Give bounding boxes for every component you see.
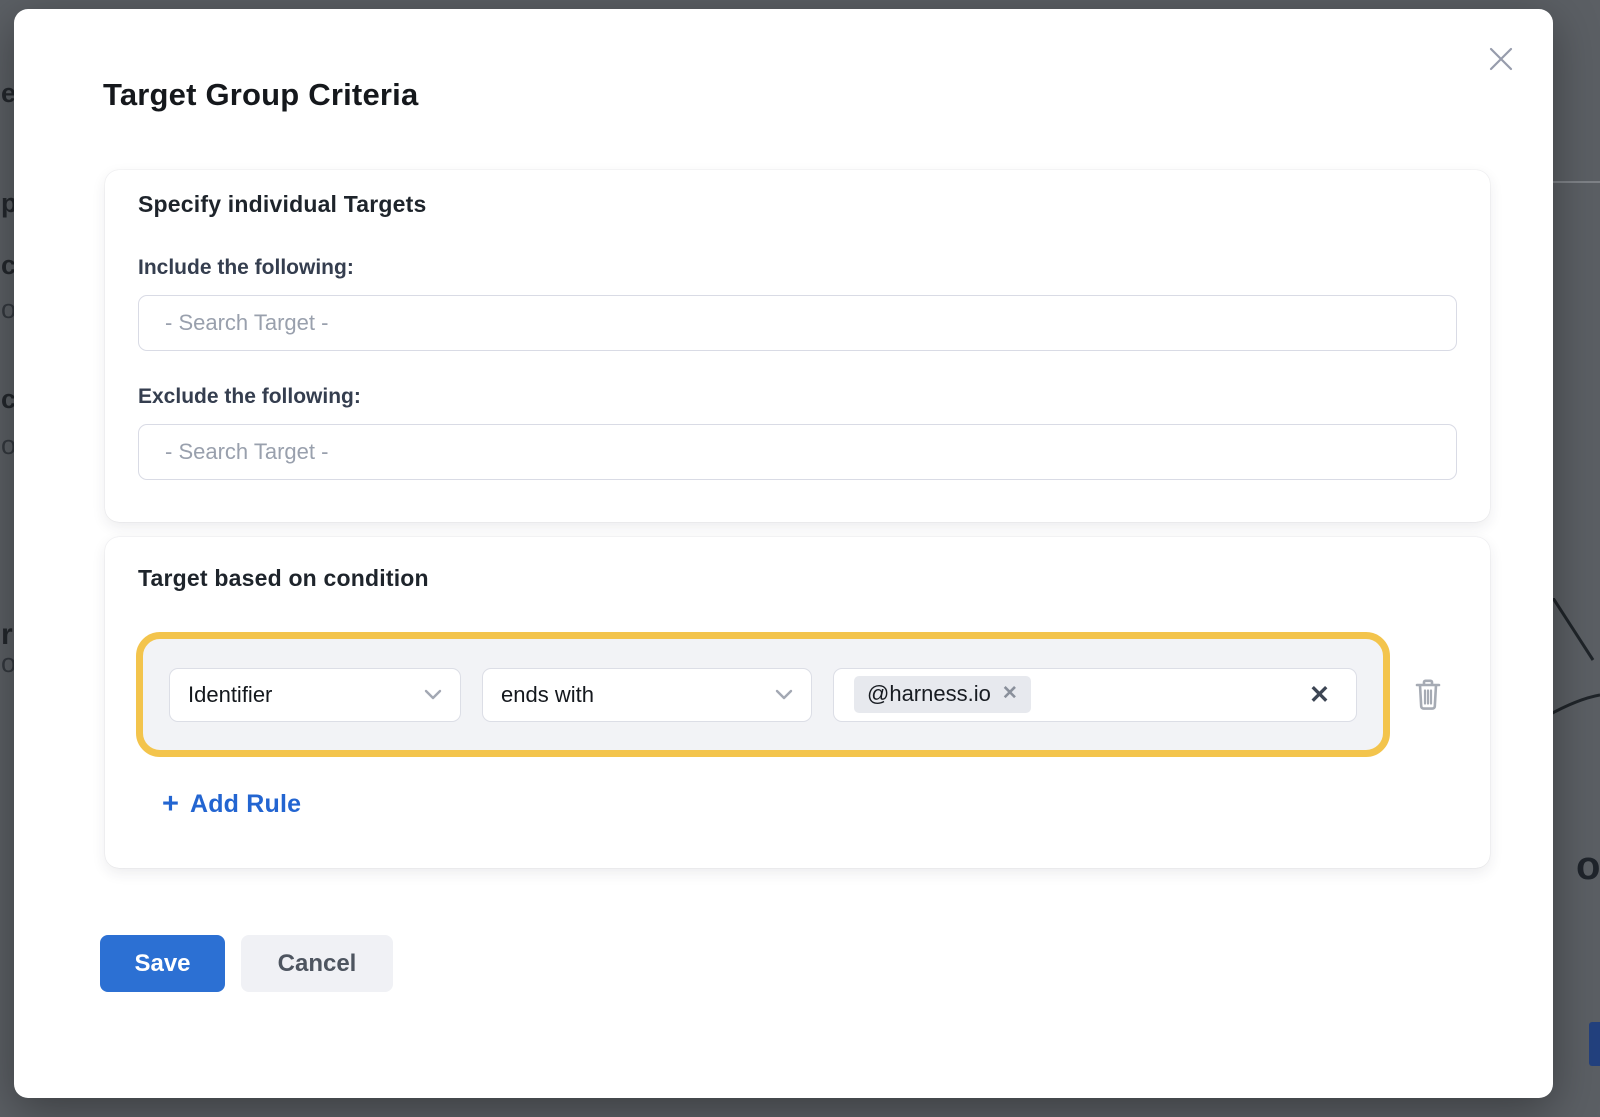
- tag-remove-icon[interactable]: ✕: [1002, 683, 1018, 706]
- chevron-down-icon: [775, 689, 793, 700]
- add-rule-button[interactable]: + Add Rule: [162, 790, 301, 819]
- screen: er pe cl o cl o r o o Target Group Crite…: [0, 0, 1600, 1117]
- save-button[interactable]: Save: [100, 935, 225, 992]
- target-group-criteria-modal: Target Group Criteria Specify individual…: [14, 9, 1553, 1098]
- include-label: Include the following:: [138, 256, 354, 280]
- values-input[interactable]: @harness.io ✕ ✕: [833, 668, 1357, 722]
- operator-select[interactable]: ends with: [482, 668, 812, 722]
- individual-targets-heading: Specify individual Targets: [138, 191, 427, 218]
- attribute-select-value: Identifier: [188, 682, 272, 708]
- condition-heading: Target based on condition: [138, 565, 429, 592]
- add-rule-label: Add Rule: [190, 790, 301, 819]
- cancel-button[interactable]: Cancel: [241, 935, 393, 992]
- condition-rule-line: Identifier ends with @harness.io: [136, 632, 1471, 757]
- clear-values-icon[interactable]: ✕: [1303, 680, 1336, 710]
- plus-icon: +: [162, 790, 179, 819]
- value-tag: @harness.io ✕: [854, 676, 1031, 712]
- chevron-down-icon: [424, 689, 442, 700]
- condition-card: Target based on condition Identifier end…: [105, 537, 1490, 868]
- backdrop-text-fragment: o: [1576, 846, 1600, 886]
- operator-select-value: ends with: [501, 682, 594, 708]
- backdrop-divider-line: [1553, 181, 1600, 183]
- value-tag-label: @harness.io: [867, 681, 991, 707]
- exclude-target-search-input[interactable]: [138, 424, 1457, 480]
- exclude-label: Exclude the following:: [138, 385, 361, 409]
- attribute-select[interactable]: Identifier: [169, 668, 461, 722]
- condition-rule-row: Identifier ends with @harness.io: [136, 632, 1390, 757]
- backdrop-button-fragment: [1589, 1022, 1600, 1066]
- backdrop-illustration-lines: [1545, 598, 1600, 738]
- backdrop-text-fragment: r: [1, 620, 13, 650]
- individual-targets-card: Specify individual Targets Include the f…: [105, 170, 1490, 522]
- include-target-search-input[interactable]: [138, 295, 1457, 351]
- delete-rule-button[interactable]: [1413, 677, 1443, 712]
- modal-title: Target Group Criteria: [103, 77, 418, 113]
- close-icon[interactable]: [1485, 43, 1517, 75]
- trash-icon: [1413, 677, 1443, 712]
